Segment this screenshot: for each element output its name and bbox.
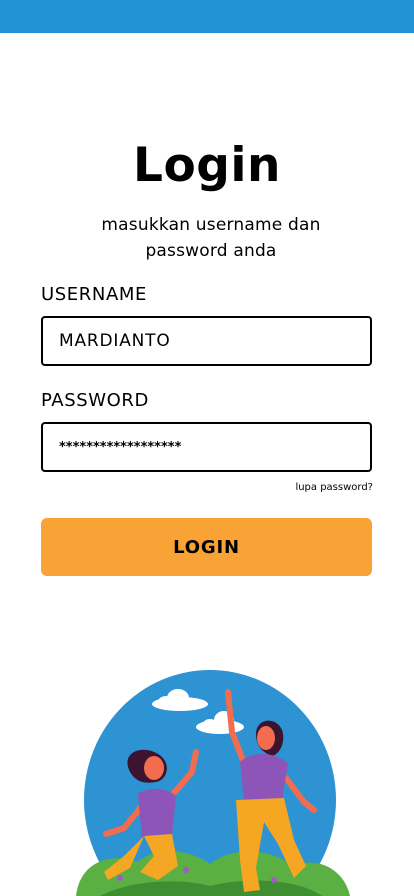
status-bar [0,0,414,33]
two-women-jumping-illustration [76,670,350,896]
password-input[interactable] [41,422,372,472]
login-subtitle: masukkan username dan password anda [101,215,321,261]
login-button[interactable]: LOGIN [41,518,372,576]
username-input[interactable] [41,316,372,366]
username-label: USERNAME [41,284,147,305]
password-label: PASSWORD [41,390,150,411]
page-title: Login [133,138,281,193]
forgot-password-link[interactable]: lupa password? [295,482,373,493]
